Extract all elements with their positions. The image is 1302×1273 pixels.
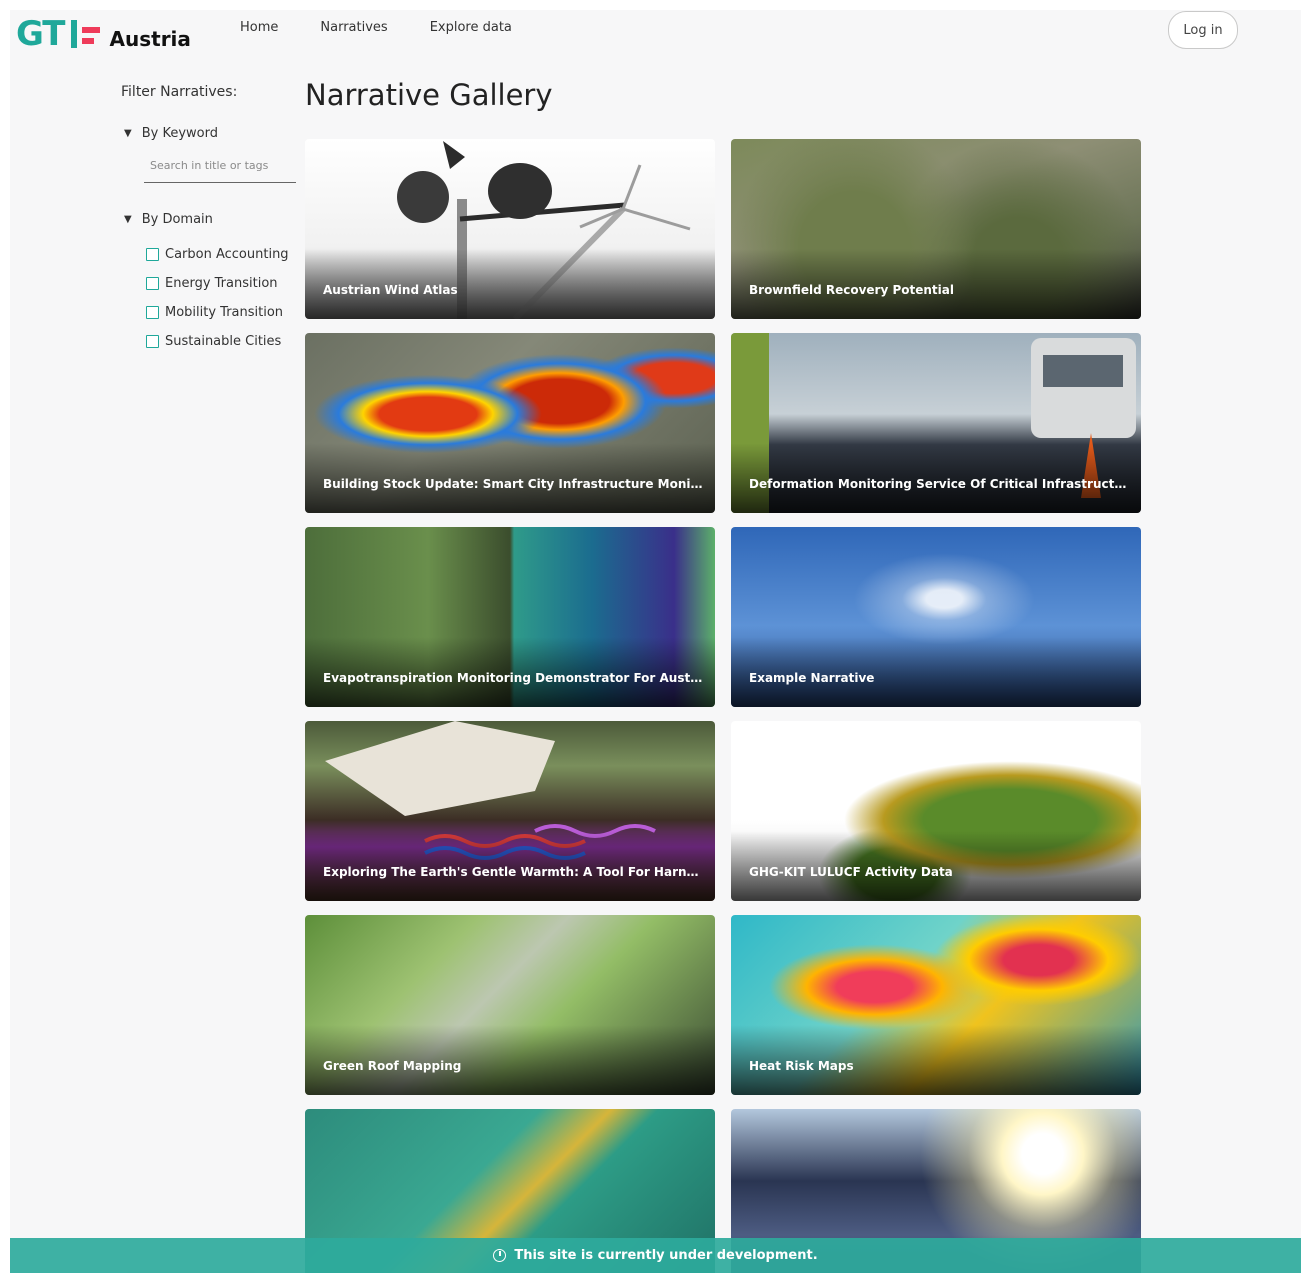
logo-country: Austria xyxy=(109,27,191,51)
card-title: Exploring The Earth's Gentle Warmth: A T… xyxy=(323,865,703,879)
login-button[interactable]: Log in xyxy=(1168,11,1238,49)
page: GT Austria Home Narratives Explore data … xyxy=(10,10,1301,1273)
narrative-card[interactable]: Example Narrative xyxy=(731,527,1141,707)
development-banner: This site is currently under development… xyxy=(10,1238,1301,1273)
logo-bar xyxy=(70,20,77,48)
card-title: Green Roof Mapping xyxy=(323,1059,462,1073)
card-title: Building Stock Update: Smart City Infras… xyxy=(323,477,703,491)
domain-label: Mobility Transition xyxy=(165,305,284,320)
chevron-down-icon: ▼ xyxy=(124,128,132,139)
logo-letters: GT xyxy=(16,14,66,54)
keyword-section-toggle[interactable]: ▼ By Keyword xyxy=(124,126,218,141)
banner-text: This site is currently under development… xyxy=(514,1248,818,1263)
card-title: Example Narrative xyxy=(749,671,875,685)
narrative-card[interactable]: Heat Risk Maps xyxy=(731,915,1141,1095)
domain-section-label: By Domain xyxy=(141,212,213,227)
narrative-card[interactable]: Brownfield Recovery Potential xyxy=(731,139,1141,319)
gtif-logo[interactable]: GT Austria xyxy=(16,14,191,54)
domain-energy-transition[interactable]: Energy Transition xyxy=(146,269,289,298)
checkbox[interactable] xyxy=(146,248,159,261)
card-title: Heat Risk Maps xyxy=(749,1059,854,1073)
narrative-card[interactable]: Austrian Wind Atlas xyxy=(305,139,715,319)
narrative-card[interactable]: Exploring The Earth's Gentle Warmth: A T… xyxy=(305,721,715,901)
narrative-card[interactable]: Deformation Monitoring Service Of Critic… xyxy=(731,333,1141,513)
narrative-card[interactable]: Building Stock Update: Smart City Infras… xyxy=(305,333,715,513)
domain-sustainable-cities[interactable]: Sustainable Cities xyxy=(146,327,289,356)
logo-f-mark xyxy=(81,26,100,44)
card-title: Austrian Wind Atlas xyxy=(323,283,458,297)
card-title: Brownfield Recovery Potential xyxy=(749,283,954,297)
main-nav: Home Narratives Explore data xyxy=(240,20,512,35)
domain-list: Carbon Accounting Energy Transition Mobi… xyxy=(146,240,289,356)
search-input[interactable] xyxy=(144,155,298,172)
nav-explore-data[interactable]: Explore data xyxy=(430,20,512,35)
clock-icon xyxy=(493,1249,507,1262)
chevron-down-icon: ▼ xyxy=(124,214,132,225)
domain-mobility-transition[interactable]: Mobility Transition xyxy=(146,298,289,327)
domain-label: Sustainable Cities xyxy=(165,334,282,349)
domain-carbon-accounting[interactable]: Carbon Accounting xyxy=(146,240,289,269)
card-title: GHG-KIT LULUCF Activity Data xyxy=(749,865,953,879)
narrative-card[interactable]: GHG-KIT LULUCF Activity Data xyxy=(731,721,1141,901)
page-title: Narrative Gallery xyxy=(305,78,553,112)
domain-label: Carbon Accounting xyxy=(165,247,289,262)
narrative-card[interactable]: Evapotranspiration Monitoring Demonstrat… xyxy=(305,527,715,707)
nav-narratives[interactable]: Narratives xyxy=(320,20,387,35)
filter-title: Filter Narratives: xyxy=(121,84,238,100)
checkbox[interactable] xyxy=(146,277,159,290)
domain-label: Energy Transition xyxy=(165,276,278,291)
nav-home[interactable]: Home xyxy=(240,20,278,35)
checkbox[interactable] xyxy=(146,306,159,319)
narrative-card[interactable]: Green Roof Mapping xyxy=(305,915,715,1095)
search-field xyxy=(144,154,298,183)
domain-section-toggle[interactable]: ▼ By Domain xyxy=(124,212,213,227)
keyword-section-label: By Keyword xyxy=(141,126,218,141)
checkbox[interactable] xyxy=(146,335,159,348)
card-title: Evapotranspiration Monitoring Demonstrat… xyxy=(323,671,703,685)
card-title: Deformation Monitoring Service Of Critic… xyxy=(749,477,1129,491)
